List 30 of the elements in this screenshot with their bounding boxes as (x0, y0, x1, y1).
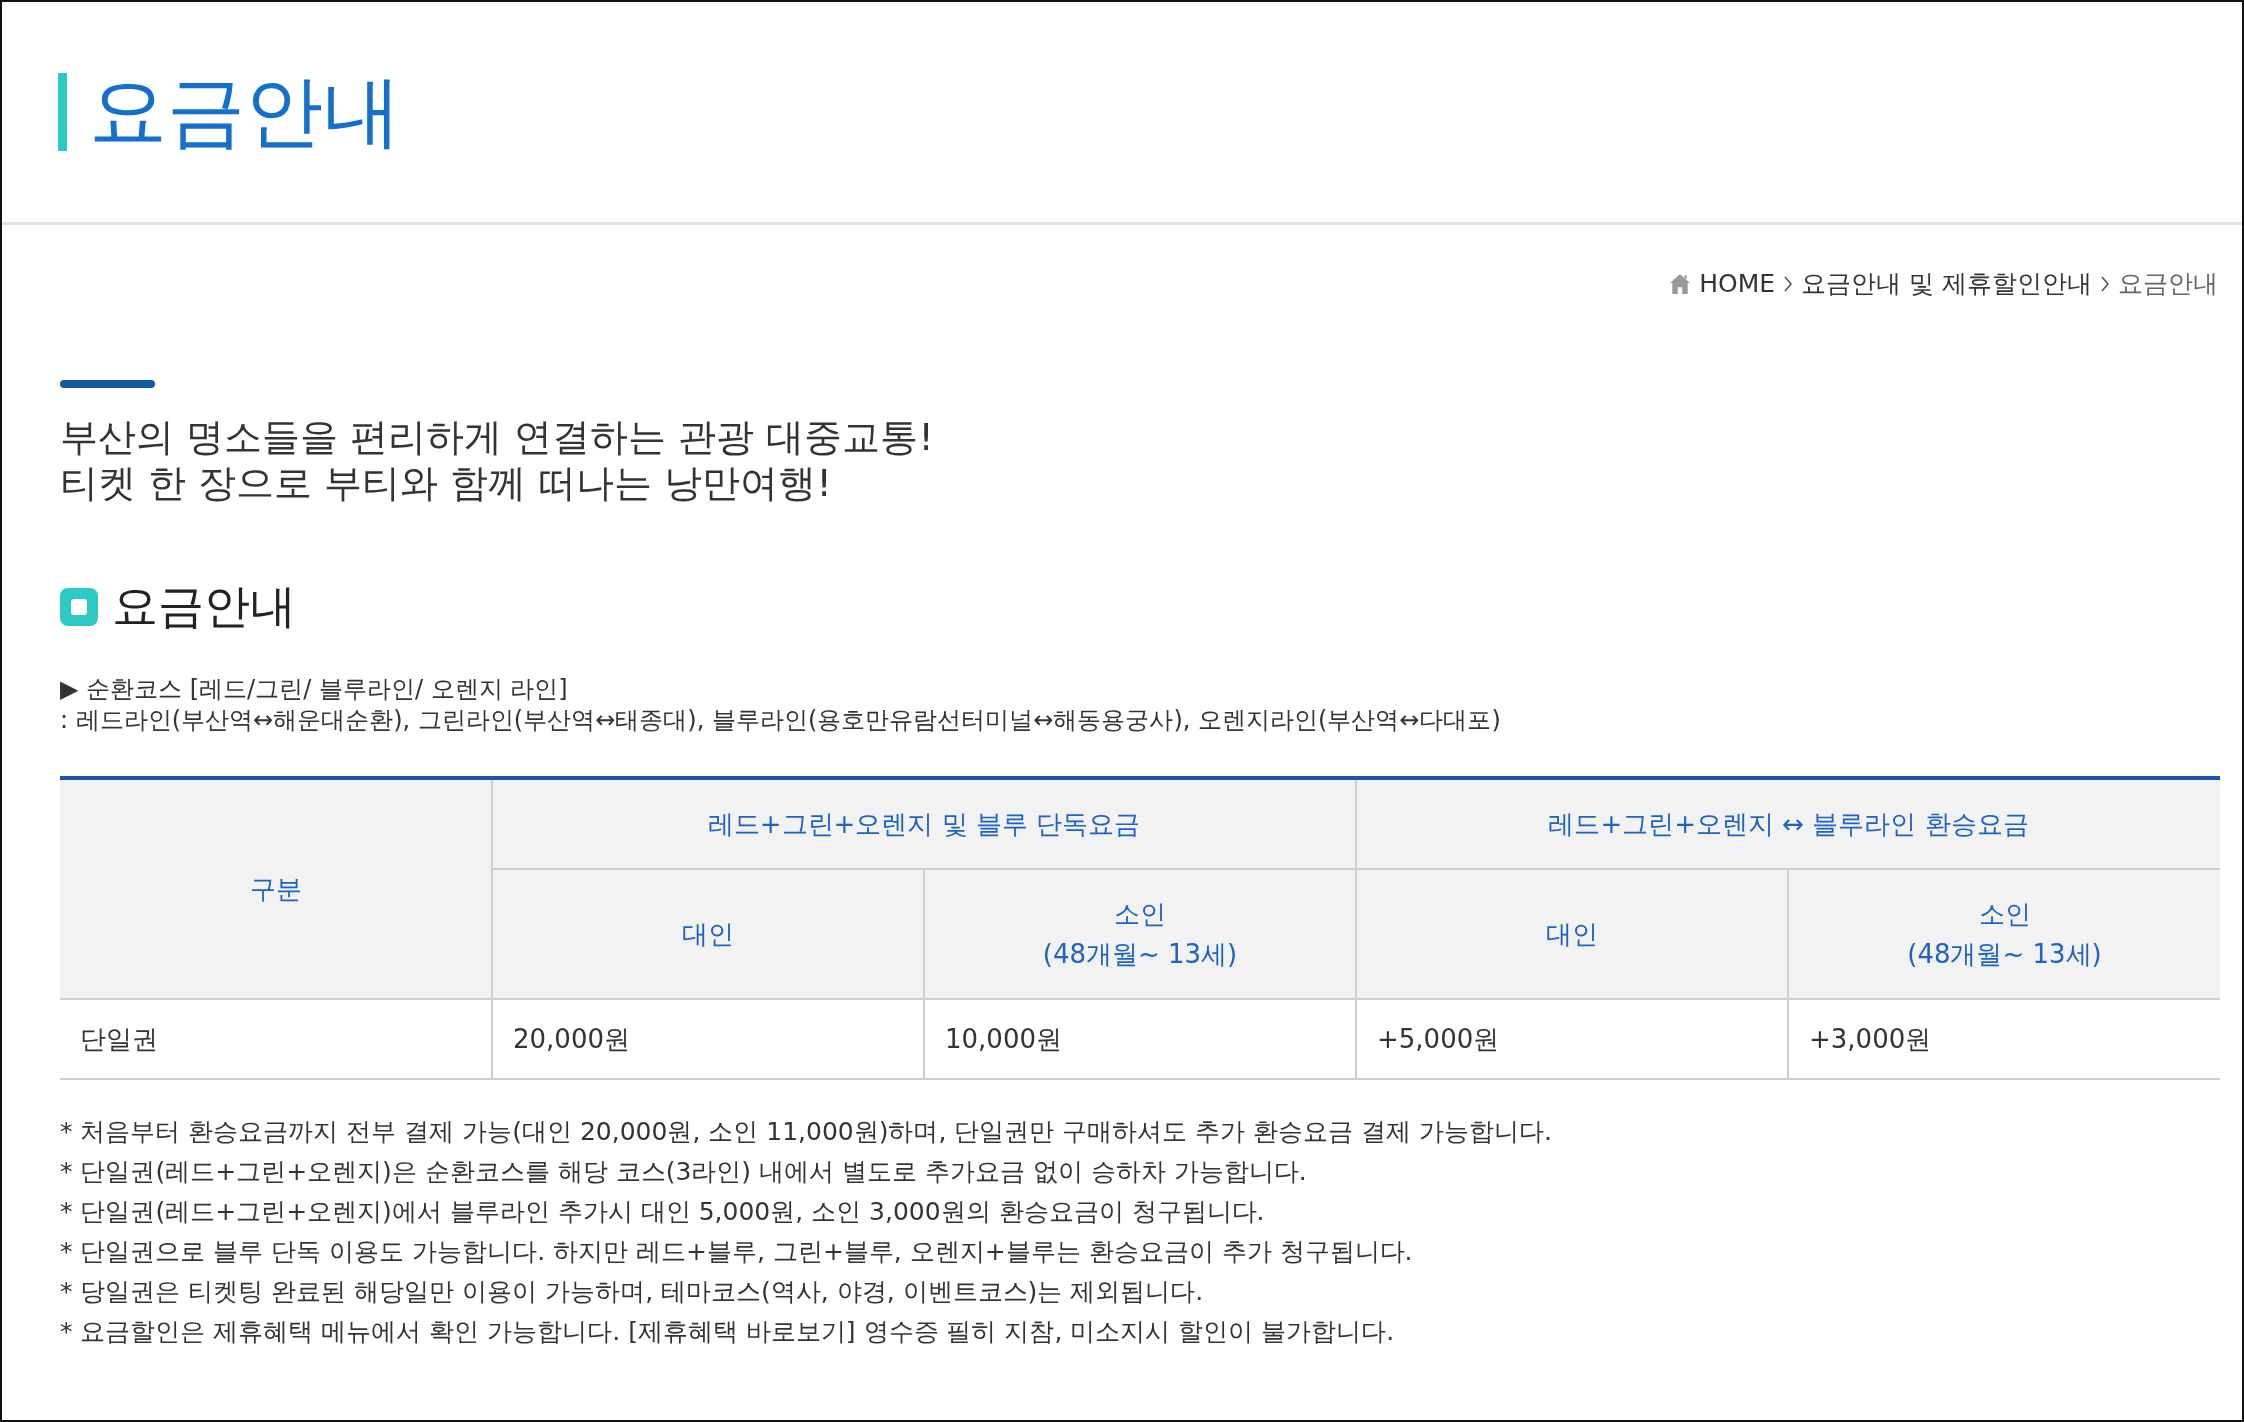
table-cell: 20,000원 (492, 999, 924, 1079)
chevron-icon (1783, 274, 1794, 293)
note-text: * 단일권(레드+그린+오렌지)은 순환코스를 해당 코스(3라인) 내에서 별도로 추가요금 없이 승하차 가능합니다. (60, 1156, 1308, 1188)
square-bullet-icon (60, 588, 98, 626)
table-cell: +5,000원 (1356, 999, 1788, 1079)
intro-text: 부산의 명소들을 편리하게 연결하는 관광 대중교통! (60, 414, 935, 460)
header-cell: 레드+그린+오렌지 ↔ 블루라인 환승요금 (1356, 778, 2220, 869)
header-cell: 대인 (492, 869, 924, 999)
table-cell: 10,000원 (924, 999, 1356, 1079)
header-cell: 소인 (48개월~ 13세) (1788, 869, 2220, 999)
breadcrumb-link[interactable]: 요금안내 및 제휴할인안내 (1801, 267, 2092, 300)
course-detail: : 레드라인(부산역↔해운대순환), 그린라인(부산역↔태종대), 블루라인(용호만유람선터미널↔해동용궁사), 오렌지라인(부산역↔다대포) (60, 705, 1502, 736)
course-heading: ▶ 순환코스 [레드/그린/ 블루라인/ 오렌지 라인] (60, 674, 569, 705)
note-text: * 처음부터 환승요금까지 전부 결제 가능(대인 20,000원, 소인 11,000원)하며, 단일권만 구매하셔도 추가 환승요금 결제 가능합니다. (60, 1116, 1554, 1148)
header-cell: 구분 (60, 778, 492, 999)
note-text: * 요금할인은 제휴혜택 메뉴에서 확인 가능합니다. [제휴혜택 바로보기] 영수증 필히 지참, 미소지시 할인이 불가합니다. (60, 1316, 1396, 1348)
note-text: * 단일권(레드+그린+오렌지)에서 블루라인 추가시 대인 5,000원, 소인 3,000원의 환승요금이 청구됩니다. (60, 1196, 1266, 1228)
section-title: 요금안내 (112, 578, 296, 635)
header-cell: 레드+그린+오렌지 및 블루 단독요금 (492, 778, 1356, 869)
header-cell: 대인 (1356, 869, 1788, 999)
current-page-label: 요금안내 (2118, 268, 2218, 300)
intro-text: 티켓 한 장으로 부티와 함께 떠나는 낭만여행! (60, 460, 833, 506)
page-title: 요금안내 (89, 64, 401, 158)
note-text: * 당일권은 티켓팅 완료된 해당일만 이용이 가능하며, 테마코스(역사, 야경, 이벤트코스)는 제외됩니다. (60, 1276, 1205, 1308)
home-icon (1669, 272, 1692, 295)
home-link[interactable]: HOME (1699, 269, 1776, 298)
note-text: * 단일권으로 블루 단독 이용도 가능합니다. 하지만 레드+블루, 그린+블루, 오렌지+블루는 환승요금이 추가 청구됩니다. (60, 1236, 1414, 1268)
chevron-icon (2100, 274, 2110, 293)
header-cell: 소인 (48개월~ 13세) (924, 869, 1356, 999)
table-cell: 단일권 (60, 999, 492, 1079)
